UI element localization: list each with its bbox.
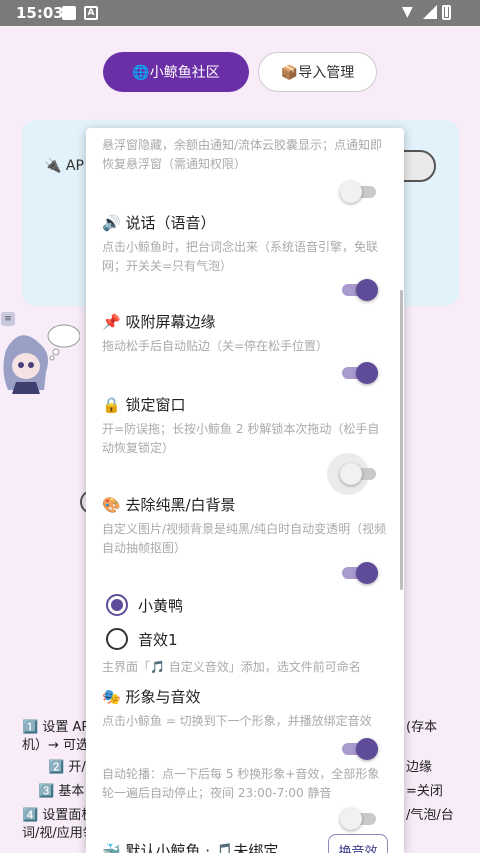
- radio-selected-icon[interactable]: [106, 594, 128, 616]
- remove-bg-title: 🎨 去除纯黑/白背景: [102, 496, 236, 514]
- signal-icon: [423, 5, 437, 19]
- floating-hide-toggle[interactable]: [340, 181, 376, 203]
- radio-label-sound1: 音效1: [138, 630, 178, 649]
- floating-hide-desc: 悬浮窗隐藏，余额由通知/流体云胶囊显示；点通知即恢复悬浮窗（需通知权限）: [102, 138, 383, 171]
- import-management-button[interactable]: 📦导入管理: [258, 52, 377, 92]
- wifi-icon: ▼: [402, 4, 413, 20]
- instruction-line-5-right: /气泡/台: [406, 808, 454, 823]
- custom-sound-hint: 主界面「🎵 自定义音效」添加，选文件前可命名: [102, 660, 361, 674]
- instruction-line-2-left: 机）→ 可选: [22, 738, 90, 753]
- notification-square-icon: [62, 6, 76, 20]
- battery-icon: [442, 5, 451, 20]
- snap-edge-desc: 拖动松手后自动贴边（关=停在松手位置）: [102, 339, 329, 353]
- snap-edge-toggle[interactable]: [342, 362, 378, 384]
- instruction-line-1-right: (存本: [406, 720, 438, 735]
- speak-voice-title: 🔊 说话（语音）: [102, 214, 216, 232]
- instruction-line-3-left: 2️⃣ 开/: [48, 760, 86, 775]
- instruction-line-1-left: 1️⃣ 设置 AP: [22, 720, 90, 735]
- image-sound-desc: 点击小鲸鱼 = 切换到下一个形象，并播放绑定音效: [102, 714, 372, 728]
- speak-voice-desc: 点击小鲸鱼时，把台词念出来（系统语音引擎，免联网；开关关=只有气泡）: [102, 240, 379, 273]
- instruction-line-6-left: 词/视/应用领: [22, 826, 96, 841]
- speak-voice-toggle[interactable]: [342, 279, 378, 301]
- notification-a-icon: A: [84, 6, 98, 20]
- remove-bg-desc: 自定义图片/视频背景是纯黑/纯白时自动变透明（视频自动抽帧抠图）: [102, 522, 387, 555]
- auto-rotate-toggle[interactable]: [340, 808, 376, 830]
- snap-edge-title: 📌 吸附屏幕边缘: [102, 313, 216, 331]
- remove-bg-toggle[interactable]: [342, 562, 378, 584]
- image-sound-title: 🎭 形象与音效: [102, 688, 201, 706]
- lock-window-toggle[interactable]: [327, 453, 376, 495]
- instruction-line-4-right: =关闭: [406, 784, 443, 799]
- radio-label-duck: 小黄鸭: [138, 596, 184, 615]
- instruction-line-5-left: 4️⃣ 设置面板: [22, 808, 95, 823]
- whale-mascot-image[interactable]: [0, 310, 80, 396]
- community-button[interactable]: 🌐小鲸鱼社区: [103, 52, 249, 92]
- status-bar: 15:03 A ▼: [0, 0, 480, 26]
- image-sound-toggle[interactable]: [342, 738, 378, 760]
- instruction-line-3-right: 边缘: [406, 760, 433, 775]
- sheet-scrollbar[interactable]: [400, 290, 403, 590]
- radio-option-duck[interactable]: 小黄鸭: [106, 594, 183, 616]
- default-whale-title: 🐳 默认小鲸鱼 · 🎵未绑定: [102, 842, 279, 853]
- settings-sheet: 悬浮窗隐藏，余额由通知/流体云胶囊显示；点通知即恢复悬浮窗（需通知权限） 🔊 说…: [86, 128, 404, 853]
- status-time: 15:03: [16, 4, 64, 22]
- instruction-line-4-left: 3️⃣ 基本: [38, 784, 85, 799]
- api-label: 🔌 AP: [44, 158, 84, 174]
- radio-option-sound1[interactable]: 音效1: [106, 628, 178, 650]
- change-sound-button[interactable]: 换音效: [328, 834, 388, 853]
- radio-unselected-icon[interactable]: [106, 628, 128, 650]
- lock-window-title: 🔒 锁定窗口: [102, 396, 186, 414]
- auto-rotate-desc: 自动轮播：点一下后每 5 秒换形象+音效，全部形象轮一遍后自动停止；夜间 23:…: [102, 767, 380, 800]
